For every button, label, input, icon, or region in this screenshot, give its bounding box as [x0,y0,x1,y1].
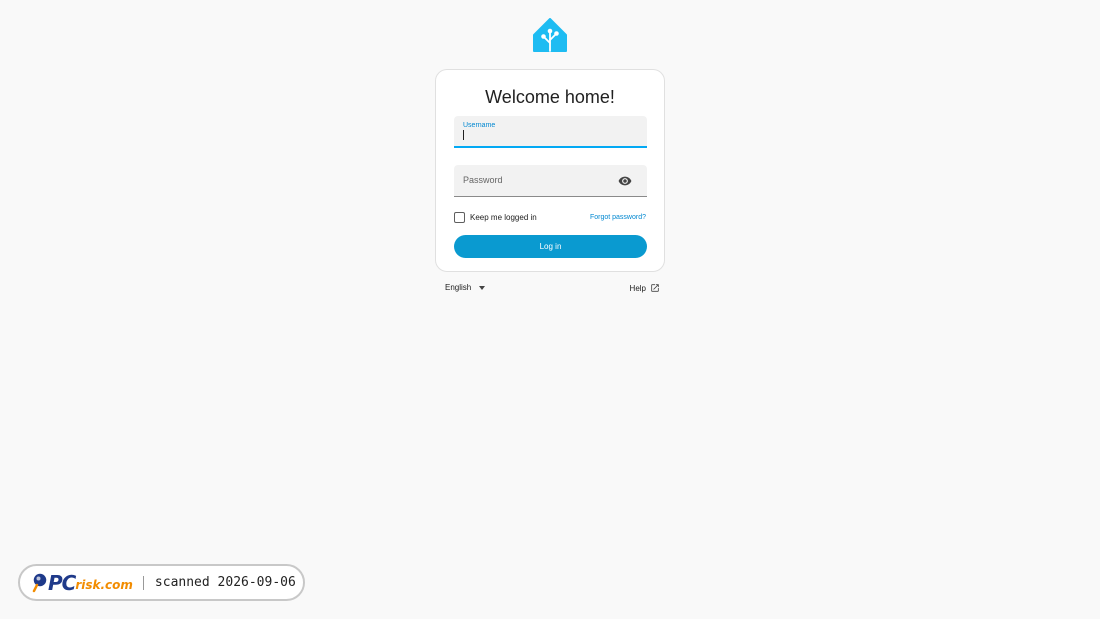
keep-logged-in-label: Keep me logged in [470,213,537,222]
open-in-new-icon [651,284,659,292]
divider [142,575,144,590]
scan-watermark-badge: PC risk.com scanned 2026-09-06 [18,564,305,601]
pcrisk-logo: PC risk.com [32,571,133,595]
checkbox-box[interactable] [454,212,465,223]
password-field[interactable]: Password [454,165,647,197]
page-title: Welcome home! [485,87,615,107]
help-link[interactable]: Help [630,283,660,293]
brand-pc-text: PC [48,570,76,595]
language-label: English [445,283,472,292]
keep-logged-in-checkbox[interactable]: Keep me logged in [454,212,537,223]
forgot-password-link[interactable]: Forgot password? [590,214,646,221]
login-card: Welcome home! Username Password Keep me … [435,69,665,272]
magnifier-icon [32,573,47,592]
login-footer: English Help [445,282,660,296]
help-label: Help [629,283,646,293]
login-button[interactable]: Log in [454,235,647,258]
eye-icon[interactable] [617,174,633,188]
username-field[interactable]: Username [454,116,647,148]
caret-down-icon [479,285,486,290]
language-selector[interactable]: English [445,283,486,292]
home-assistant-logo-icon [533,18,567,52]
brand-risk-text: risk.com [75,578,133,592]
scanned-date: scanned 2026-09-06 [154,575,296,590]
